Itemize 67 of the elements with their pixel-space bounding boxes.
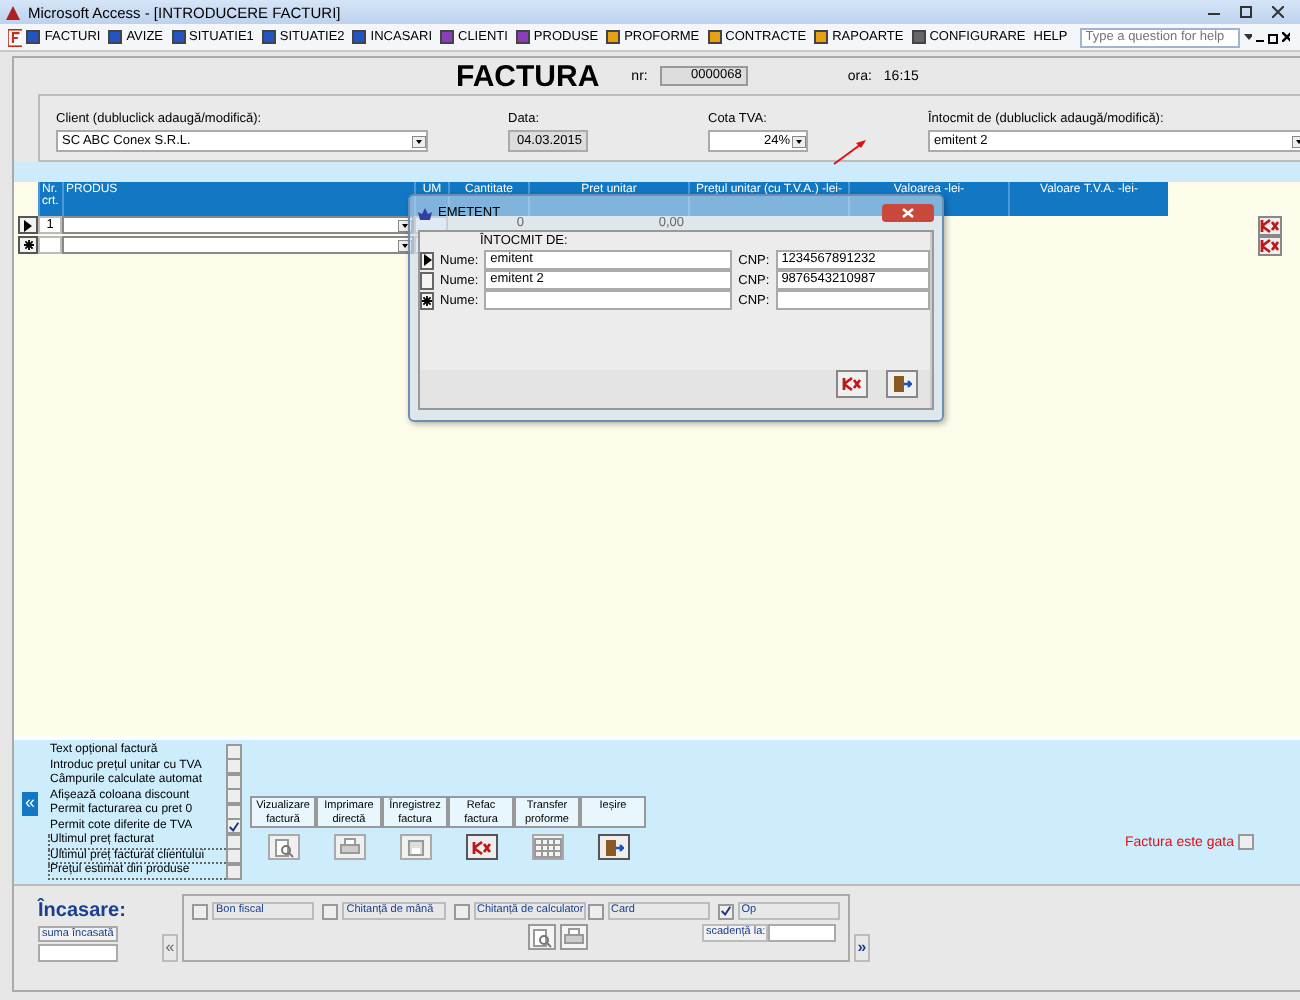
delete-record-icon [1260, 238, 1280, 254]
checkbox[interactable] [226, 743, 242, 760]
checkbox[interactable] [226, 848, 242, 865]
exit-door-icon [891, 374, 912, 394]
checkbox[interactable] [717, 903, 734, 919]
checkbox[interactable] [226, 818, 242, 835]
dropdown-arrow-icon[interactable] [792, 135, 806, 147]
magnifier-page-icon [273, 837, 293, 857]
close-icon[interactable] [1272, 6, 1284, 18]
minimize-icon[interactable] [1208, 8, 1220, 16]
previous-button[interactable]: « [162, 934, 178, 962]
printer-icon [339, 838, 359, 856]
delete-record-icon [841, 376, 862, 392]
close-icon [902, 208, 914, 218]
form-title: FACTURA [456, 59, 600, 93]
checkmark-icon [228, 819, 240, 834]
checkbox[interactable] [226, 788, 242, 805]
row-selector[interactable] [18, 216, 38, 234]
checkbox[interactable] [1238, 834, 1254, 850]
action-button[interactable] [465, 834, 497, 860]
delete-row-button[interactable] [1258, 236, 1282, 256]
delete-record-icon [1260, 218, 1280, 234]
maximize-icon[interactable] [1240, 6, 1252, 18]
current-row-icon [24, 219, 32, 231]
close-icon[interactable] [1281, 32, 1290, 42]
caret-icon[interactable] [1243, 34, 1252, 40]
name-field[interactable] [484, 290, 733, 310]
grid-icon [533, 837, 561, 857]
dropdown-arrow-icon[interactable] [398, 239, 412, 251]
printer-icon [564, 928, 584, 946]
checkbox[interactable] [587, 903, 603, 919]
current-row-icon [423, 254, 431, 266]
row-selector[interactable] [18, 236, 38, 254]
cnp-field[interactable] [775, 290, 930, 310]
collapse-button[interactable]: « [22, 792, 38, 816]
action-button[interactable] [597, 834, 629, 860]
sum-field[interactable] [38, 944, 118, 962]
checkbox[interactable] [322, 903, 339, 919]
action-button[interactable] [333, 834, 365, 860]
next-button[interactable]: » [854, 934, 870, 962]
new-row-icon [23, 240, 33, 250]
due-date-field[interactable] [768, 924, 836, 942]
dialog-icon [418, 207, 432, 219]
action-button[interactable] [399, 834, 431, 860]
dropdown-arrow-icon[interactable] [412, 135, 426, 147]
preview-button[interactable] [528, 924, 556, 950]
exit-button[interactable] [885, 370, 918, 398]
dropdown-arrow-icon[interactable] [398, 219, 412, 231]
print-button[interactable] [560, 924, 588, 950]
restore-icon[interactable] [1267, 31, 1278, 43]
action-button[interactable] [267, 834, 299, 860]
scrollbar[interactable] [929, 232, 932, 408]
checkbox[interactable] [192, 903, 208, 919]
delete-row-button[interactable] [1258, 216, 1282, 236]
close-button[interactable] [882, 204, 934, 222]
exit-door-icon [603, 837, 623, 857]
magnifier-page-icon [532, 927, 552, 947]
row-selector[interactable] [420, 291, 434, 309]
checkbox[interactable] [453, 903, 469, 919]
row-selector[interactable] [420, 251, 434, 269]
new-row-icon [422, 295, 432, 305]
delete-button[interactable] [835, 370, 868, 398]
annotation-arrow [832, 138, 868, 166]
delete-record-icon [471, 839, 491, 855]
checkbox[interactable] [226, 758, 242, 775]
row-number-cell [38, 236, 62, 254]
checkmark-icon [719, 904, 732, 918]
